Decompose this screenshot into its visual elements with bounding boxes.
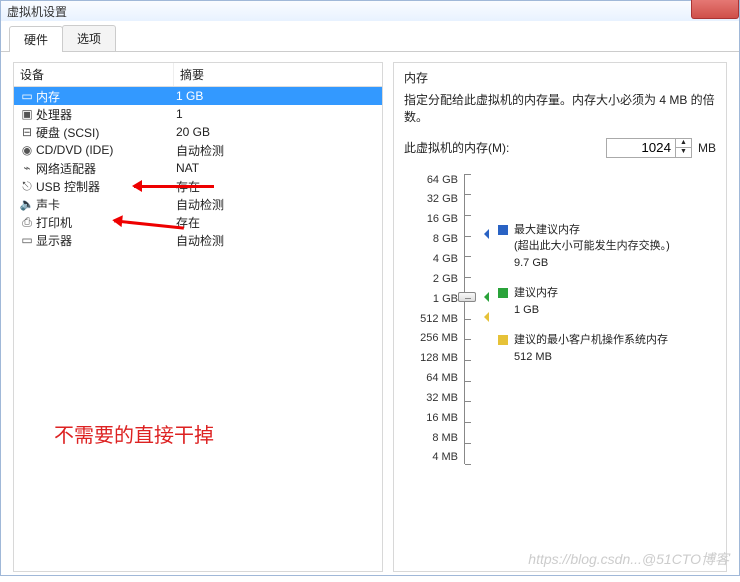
- tick-label: 16 MB: [404, 412, 458, 424]
- display-icon: ▭: [18, 233, 36, 247]
- sound-icon: 🔈: [18, 197, 36, 211]
- slider-ticks: 64 GB 32 GB 16 GB 8 GB 4 GB 2 GB 1 GB 512 MB 256…: [404, 174, 464, 464]
- table-row[interactable]: 🔈 声卡 自动检测: [14, 195, 382, 213]
- table-row[interactable]: ⎙ 打印机 存在: [14, 213, 382, 231]
- legend: 最大建议内存 (超出此大小可能发生内存交换。) 9.7 GB 建议内存 1 GB: [484, 174, 716, 464]
- tick-label: 8 GB: [404, 233, 458, 245]
- marker-max: [479, 229, 489, 242]
- device-summary: NAT: [176, 161, 378, 175]
- tick-label: 512 MB: [404, 313, 458, 325]
- usb-icon: ⎋: [18, 179, 36, 194]
- cd-icon: ◉: [18, 143, 36, 157]
- cpu-icon: ▣: [18, 107, 36, 121]
- device-list-pane: 设备 摘要 ▭ 内存 1 GB▣ 处理器 1⊟ 硬盘 (SCSI) 20 GB◉…: [13, 62, 383, 572]
- col-summary: 摘要: [174, 63, 382, 86]
- nic-icon: ⌁: [18, 161, 36, 175]
- table-row[interactable]: ⊟ 硬盘 (SCSI) 20 GB: [14, 123, 382, 141]
- tick-label: 64 MB: [404, 372, 458, 384]
- square-icon: [498, 288, 508, 298]
- device-summary: 20 GB: [176, 125, 378, 139]
- table-row[interactable]: ▣ 处理器 1: [14, 105, 382, 123]
- legend-rec: 建议内存 1 GB: [498, 285, 716, 318]
- memory-label: 此虚拟机的内存(M):: [404, 139, 509, 156]
- printer-icon: ⎙: [18, 215, 36, 230]
- memory-pane: 内存 指定分配给此虚拟机的内存量。内存大小必须为 4 MB 的倍数。 此虚拟机的…: [393, 62, 727, 572]
- device-summary: 自动检测: [176, 142, 378, 159]
- memory-slider[interactable]: [464, 174, 484, 464]
- legend-min: 建议的最小客户机操作系统内存 512 MB: [498, 332, 716, 365]
- memory-desc: 指定分配给此虚拟机的内存量。内存大小必须为 4 MB 的倍数。: [404, 92, 716, 126]
- disk-icon: ⊟: [18, 125, 36, 139]
- tick-label: 16 GB: [404, 213, 458, 225]
- memory-input[interactable]: [606, 138, 676, 158]
- square-icon: [498, 225, 508, 235]
- memory-unit: MB: [698, 141, 716, 155]
- titlebar: 虚拟机设置: [1, 1, 739, 21]
- tick-label: 4 GB: [404, 253, 458, 265]
- marker-rec: [479, 292, 489, 305]
- legend-max: 最大建议内存 (超出此大小可能发生内存交换。) 9.7 GB: [498, 222, 716, 272]
- device-summary: 自动检测: [176, 232, 378, 249]
- tick-label: 32 GB: [404, 193, 458, 205]
- device-name: 处理器: [36, 106, 176, 123]
- device-name: CD/DVD (IDE): [36, 143, 176, 157]
- watermark: https://blog.csdn...@51CTO博客: [528, 549, 729, 569]
- tick-label: 64 GB: [404, 174, 458, 186]
- device-summary: 1: [176, 107, 378, 121]
- device-name: 内存: [36, 88, 176, 105]
- close-button[interactable]: [691, 0, 739, 19]
- device-summary: 自动检测: [176, 196, 378, 213]
- annotation-arrow-usb: [134, 185, 214, 188]
- marker-min: [479, 312, 489, 325]
- col-device: 设备: [14, 63, 174, 86]
- table-row[interactable]: ⌁ 网络适配器 NAT: [14, 159, 382, 177]
- slider-thumb[interactable]: [458, 292, 476, 302]
- tick-label: 2 GB: [404, 273, 458, 285]
- tick-label: 8 MB: [404, 432, 458, 444]
- device-summary: 存在: [176, 214, 378, 231]
- square-icon: [498, 335, 508, 345]
- table-row[interactable]: ◉ CD/DVD (IDE) 自动检测: [14, 141, 382, 159]
- table-row[interactable]: ▭ 显示器 自动检测: [14, 231, 382, 249]
- tab-options[interactable]: 选项: [62, 25, 116, 51]
- device-name: 硬盘 (SCSI): [36, 124, 176, 141]
- tick-label: 256 MB: [404, 332, 458, 344]
- device-name: 网络适配器: [36, 160, 176, 177]
- tick-label: 32 MB: [404, 392, 458, 404]
- device-name: 显示器: [36, 232, 176, 249]
- annotation-text: 不需要的直接干掉: [54, 419, 382, 448]
- table-row[interactable]: ▭ 内存 1 GB: [14, 87, 382, 105]
- tabs: 硬件 选项: [1, 21, 739, 52]
- tick-label: 4 MB: [404, 451, 458, 463]
- memory-title: 内存: [404, 69, 716, 86]
- memory-icon: ▭: [18, 89, 36, 103]
- tick-label: 1 GB: [404, 293, 458, 305]
- device-summary: 1 GB: [176, 89, 378, 103]
- tick-label: 128 MB: [404, 352, 458, 364]
- table-header: 设备 摘要: [14, 63, 382, 87]
- tab-hardware[interactable]: 硬件: [9, 26, 63, 52]
- memory-spinner[interactable]: ▲▼: [676, 138, 692, 158]
- window-title: 虚拟机设置: [7, 3, 67, 20]
- device-name: 声卡: [36, 196, 176, 213]
